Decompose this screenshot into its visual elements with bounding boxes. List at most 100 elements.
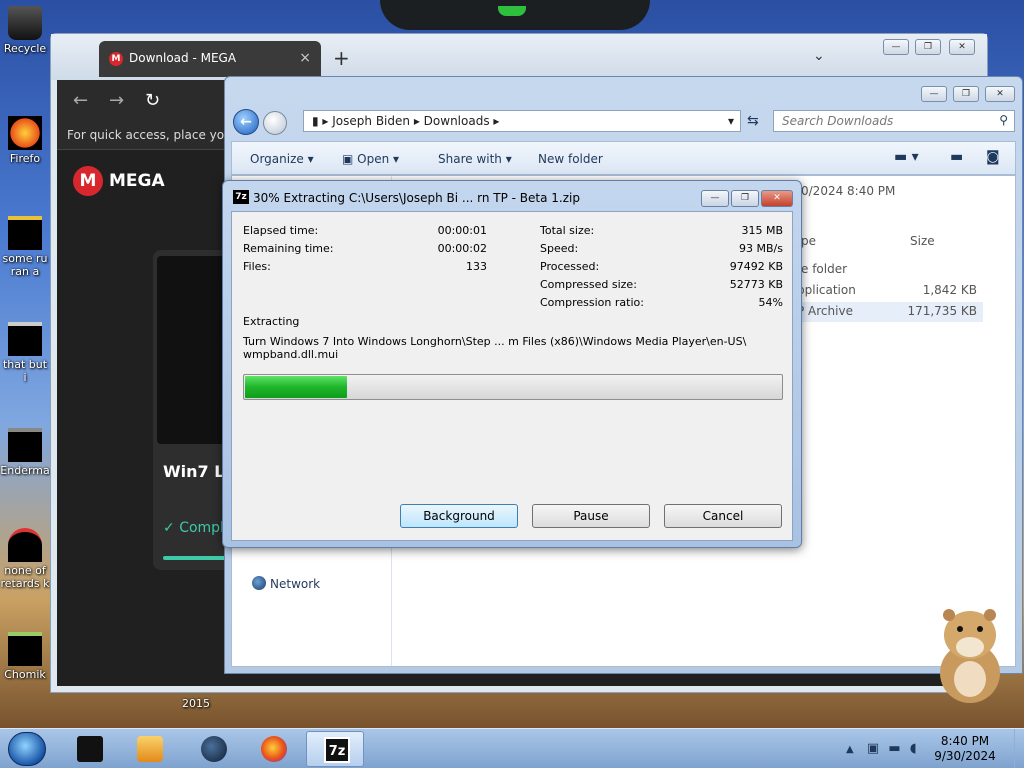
browser-close-button[interactable]: ✕ [949, 39, 975, 55]
desktop-icon-label-2: retards k [0, 577, 50, 590]
desktop-icon-label: some ru [2, 252, 48, 265]
browser-tab-mega[interactable]: M Download - MEGA × [99, 41, 321, 77]
tab-close-icon[interactable]: × [299, 50, 311, 66]
stat-label: Compression ratio: [540, 296, 644, 309]
media-player-icon [137, 736, 163, 762]
cancel-button[interactable]: Cancel [664, 504, 782, 528]
address-bar[interactable]: ▮ ▸ Joseph Biden ▸ Downloads ▸ ▾ [303, 110, 741, 132]
background-button[interactable]: Background [400, 504, 518, 528]
browser-minimize-button[interactable]: — [883, 39, 909, 55]
clock-time: 8:40 PM [940, 734, 990, 748]
new-tab-button[interactable]: + [333, 46, 350, 70]
pause-button[interactable]: Pause [532, 504, 650, 528]
search-icon[interactable]: ⚲ [999, 113, 1008, 127]
tab-list-chevron-icon[interactable]: ⌄ [813, 48, 825, 64]
desktop-icon-label: none of [4, 564, 46, 577]
desktop-icon-firefox[interactable]: Firefo [0, 116, 50, 165]
view-options-icon[interactable]: ▬ ▾ [894, 149, 919, 165]
stat-value: 00:00:02 [437, 242, 487, 255]
network-globe-icon [252, 576, 266, 590]
explorer-toolbar: Organize ▾ ▣ Open ▾ Share with ▾ New fol… [231, 141, 1016, 175]
stat-label: Compressed size: [540, 278, 637, 291]
tray-expand-icon[interactable]: ▲ [846, 744, 854, 755]
current-file-name: wmpband.dll.mui [243, 348, 339, 361]
desktop-icon-file-3[interactable]: Enderma [0, 428, 50, 477]
camera-led [498, 6, 526, 16]
desktop-icon-file-2[interactable]: that but i [0, 322, 50, 384]
mega-logo-icon: M [73, 166, 103, 196]
network-icon[interactable]: ▬ [888, 741, 900, 756]
dialog-minimize-button[interactable]: — [701, 190, 729, 207]
file-icon [8, 216, 42, 250]
stat-value: 54% [758, 296, 783, 309]
preview-pane-icon[interactable]: ▬ [950, 149, 963, 165]
taskbar-media-player[interactable] [120, 731, 178, 767]
dialog-caption-buttons: — ❐ ✕ [699, 189, 793, 207]
address-dropdown-icon[interactable]: ▾ [728, 114, 734, 128]
file-row-type[interactable]: pplication [797, 283, 856, 297]
desktop-icon-label: Recycle [3, 42, 47, 55]
desktop-icon-label: Chomik [4, 668, 46, 681]
extraction-progress-fill [245, 376, 348, 398]
firefox-icon [261, 736, 287, 762]
start-button[interactable] [8, 732, 46, 766]
column-header-size[interactable]: Size [910, 234, 935, 248]
help-icon[interactable]: ◙ [986, 149, 1000, 165]
dialog-maximize-button[interactable]: ❐ [731, 190, 759, 207]
nav-item-network[interactable]: Network [252, 576, 320, 591]
stat-label: Processed: [540, 260, 600, 273]
refresh-icon[interactable]: ⇆ [747, 113, 759, 129]
column-header-type[interactable]: pe [801, 234, 816, 248]
show-desktop-button[interactable] [1014, 729, 1024, 768]
desktop-icon-file-4[interactable]: none of retards k [0, 528, 50, 590]
taskbar-7zip[interactable]: 7z [306, 731, 364, 767]
stat-label: Remaining time: [243, 242, 334, 255]
stat-value: 93 MB/s [739, 242, 783, 255]
reload-icon[interactable]: ↻ [145, 90, 160, 111]
taskbar-app-1[interactable] [60, 731, 118, 767]
mega-favicon-icon: M [109, 52, 123, 66]
stat-label: Files: [243, 260, 271, 273]
forward-arrow-icon[interactable]: → [109, 90, 124, 111]
breadcrumb-user[interactable]: Joseph Biden [332, 114, 410, 128]
desktop-icon-recycle-bin[interactable]: Recycle [0, 6, 50, 55]
mega-logo-text: MEGA [109, 171, 165, 191]
volume-icon[interactable]: ◖ [910, 741, 917, 756]
explorer-minimize-button[interactable]: — [921, 86, 947, 102]
stat-value: 315 MB [741, 224, 783, 237]
back-button[interactable]: ← [233, 109, 259, 135]
stat-label: Speed: [540, 242, 579, 255]
taskbar-firefox[interactable] [244, 731, 302, 767]
explorer-maximize-button[interactable]: ❐ [953, 86, 979, 102]
extraction-dialog[interactable]: 7z 30% Extracting C:\Users\Joseph Bi ...… [222, 180, 802, 548]
checkmark-icon: ✓ [163, 520, 180, 536]
share-with-button[interactable]: Share with ▾ [438, 152, 512, 166]
organize-button[interactable]: Organize ▾ [250, 152, 314, 166]
taskbar-app-globe[interactable] [184, 731, 242, 767]
new-folder-button[interactable]: New folder [538, 152, 603, 166]
tray-app-icon[interactable]: ▣ [867, 741, 879, 756]
current-file-path: Turn Windows 7 Into Windows Longhorn\Ste… [243, 335, 747, 348]
browser-maximize-button[interactable]: ❐ [915, 39, 941, 55]
file-row-size: 1,842 KB [922, 283, 977, 297]
mega-logo[interactable]: M MEGA [73, 166, 165, 196]
breadcrumb-downloads[interactable]: Downloads [424, 114, 490, 128]
system-tray[interactable]: ▲ ▣ ▬ ◖ [846, 741, 917, 756]
desktop-icon-file-1[interactable]: some ru ran a [0, 216, 50, 278]
globe-icon [201, 736, 227, 762]
desktop-icon-chomik[interactable]: Chomik [0, 632, 50, 681]
forward-button[interactable] [263, 111, 287, 135]
dialog-close-button[interactable]: ✕ [761, 190, 793, 207]
file-row-type[interactable]: e folder [801, 262, 847, 276]
breadcrumb-separator-icon: ▸ [493, 114, 500, 128]
computer-icon: ▮ ▸ [312, 114, 333, 128]
back-arrow-icon[interactable]: ← [73, 90, 88, 111]
open-button[interactable]: ▣ Open ▾ [342, 152, 399, 166]
7zip-icon: 7z [324, 737, 350, 763]
search-input[interactable]: Search Downloads ⚲ [773, 110, 1015, 132]
stat-value: 52773 KB [729, 278, 783, 291]
taskbar-clock[interactable]: 8:40 PM 9/30/2024 [930, 734, 1000, 764]
extracting-label: Extracting [243, 315, 300, 328]
dialog-body: Elapsed time: 00:00:01 Remaining time: 0… [231, 211, 793, 541]
explorer-close-button[interactable]: ✕ [985, 86, 1015, 102]
